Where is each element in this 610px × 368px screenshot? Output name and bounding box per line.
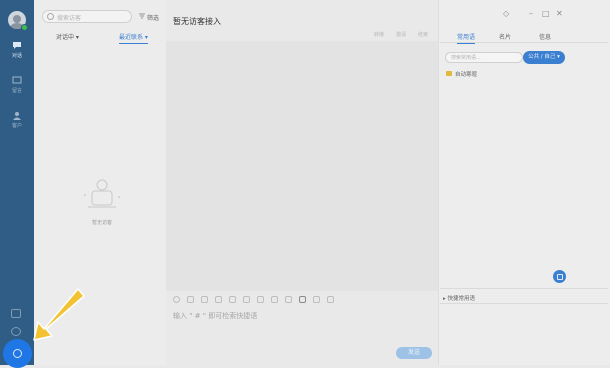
pointer-arrow-icon [33,288,85,341]
info-icon[interactable] [11,327,21,336]
pin-icon[interactable]: ◇ [503,9,509,18]
mail-icon[interactable] [11,309,21,318]
visitor-search-input[interactable]: 搜索访客 [42,10,132,23]
emoji-icon[interactable] [173,296,180,303]
nav-item-label: 客户 [11,123,22,129]
input-toolbar [172,296,432,306]
tab-recent-contacts[interactable]: 最近联系 ▾ [119,32,148,44]
edit-quick-replies-button[interactable] [553,270,566,283]
send-button[interactable]: 发送 [396,347,432,359]
app-window: 对话 留言 客户 搜索访客 筛选 对话中 ▾ 最近联系 ▾ 暂无访客 暂无访客接… [0,0,610,368]
tab-card[interactable]: 名片 [499,32,511,41]
folder-item[interactable]: 自动寒暄 [455,70,477,78]
invite-button[interactable]: 邀请 [396,31,406,38]
file-icon[interactable] [215,296,222,303]
search-placeholder: 搜索常用语... [451,55,481,61]
quick-replies-toggle[interactable]: ▸ 快捷常用语 [443,294,475,302]
nav-item-label: 对话 [11,53,22,59]
online-status-dot [21,24,28,31]
folder-icon [446,71,452,76]
chat-bubble-icon [13,42,21,49]
filter-button[interactable]: 筛选 [147,13,159,22]
like-icon[interactable] [271,296,278,303]
empty-state-illustration [84,179,120,208]
message-icon [12,76,22,84]
voice-icon[interactable] [243,296,250,303]
person-icon [13,112,21,120]
quick-reply-search-input[interactable]: 搜索常用语... [445,52,523,63]
card-icon[interactable] [313,296,320,303]
minimize-icon[interactable]: – [529,9,533,18]
end-button[interactable]: 结束 [418,31,428,38]
chat-title: 暂无访客接入 [173,17,221,26]
message-input[interactable]: 输入 " # " 即可检索快捷语 [173,311,257,321]
nav-item-messages[interactable]: 留言 [0,76,34,94]
tab-in-conversation[interactable]: 对话中 ▾ [56,32,79,41]
search-icon [47,13,54,20]
edit-icon[interactable] [285,296,292,303]
document-icon[interactable] [299,296,306,303]
maximize-icon[interactable]: □ [542,9,550,18]
divider [440,42,608,43]
transfer-button[interactable]: 转接 [374,31,384,38]
message-pane [166,41,438,291]
image-icon[interactable] [187,296,194,303]
nav-item-customers[interactable]: 客户 [0,111,34,129]
nav-item-chat[interactable]: 对话 [0,41,34,59]
empty-state-text: 暂无访客 [91,220,112,226]
video-icon[interactable] [229,296,236,303]
filter-icon[interactable] [139,13,145,19]
scope-dropdown[interactable]: 公共 / 自己 ▾ [523,51,565,64]
screenshot-icon[interactable] [201,296,208,303]
history-icon[interactable] [257,296,264,303]
nav-item-label: 留言 [11,88,22,94]
divider [440,303,608,304]
tab-info[interactable]: 信息 [539,32,551,41]
close-icon[interactable]: ✕ [556,9,563,18]
search-placeholder: 搜索访客 [57,15,82,22]
divider [440,288,608,289]
more-icon[interactable] [327,296,334,303]
